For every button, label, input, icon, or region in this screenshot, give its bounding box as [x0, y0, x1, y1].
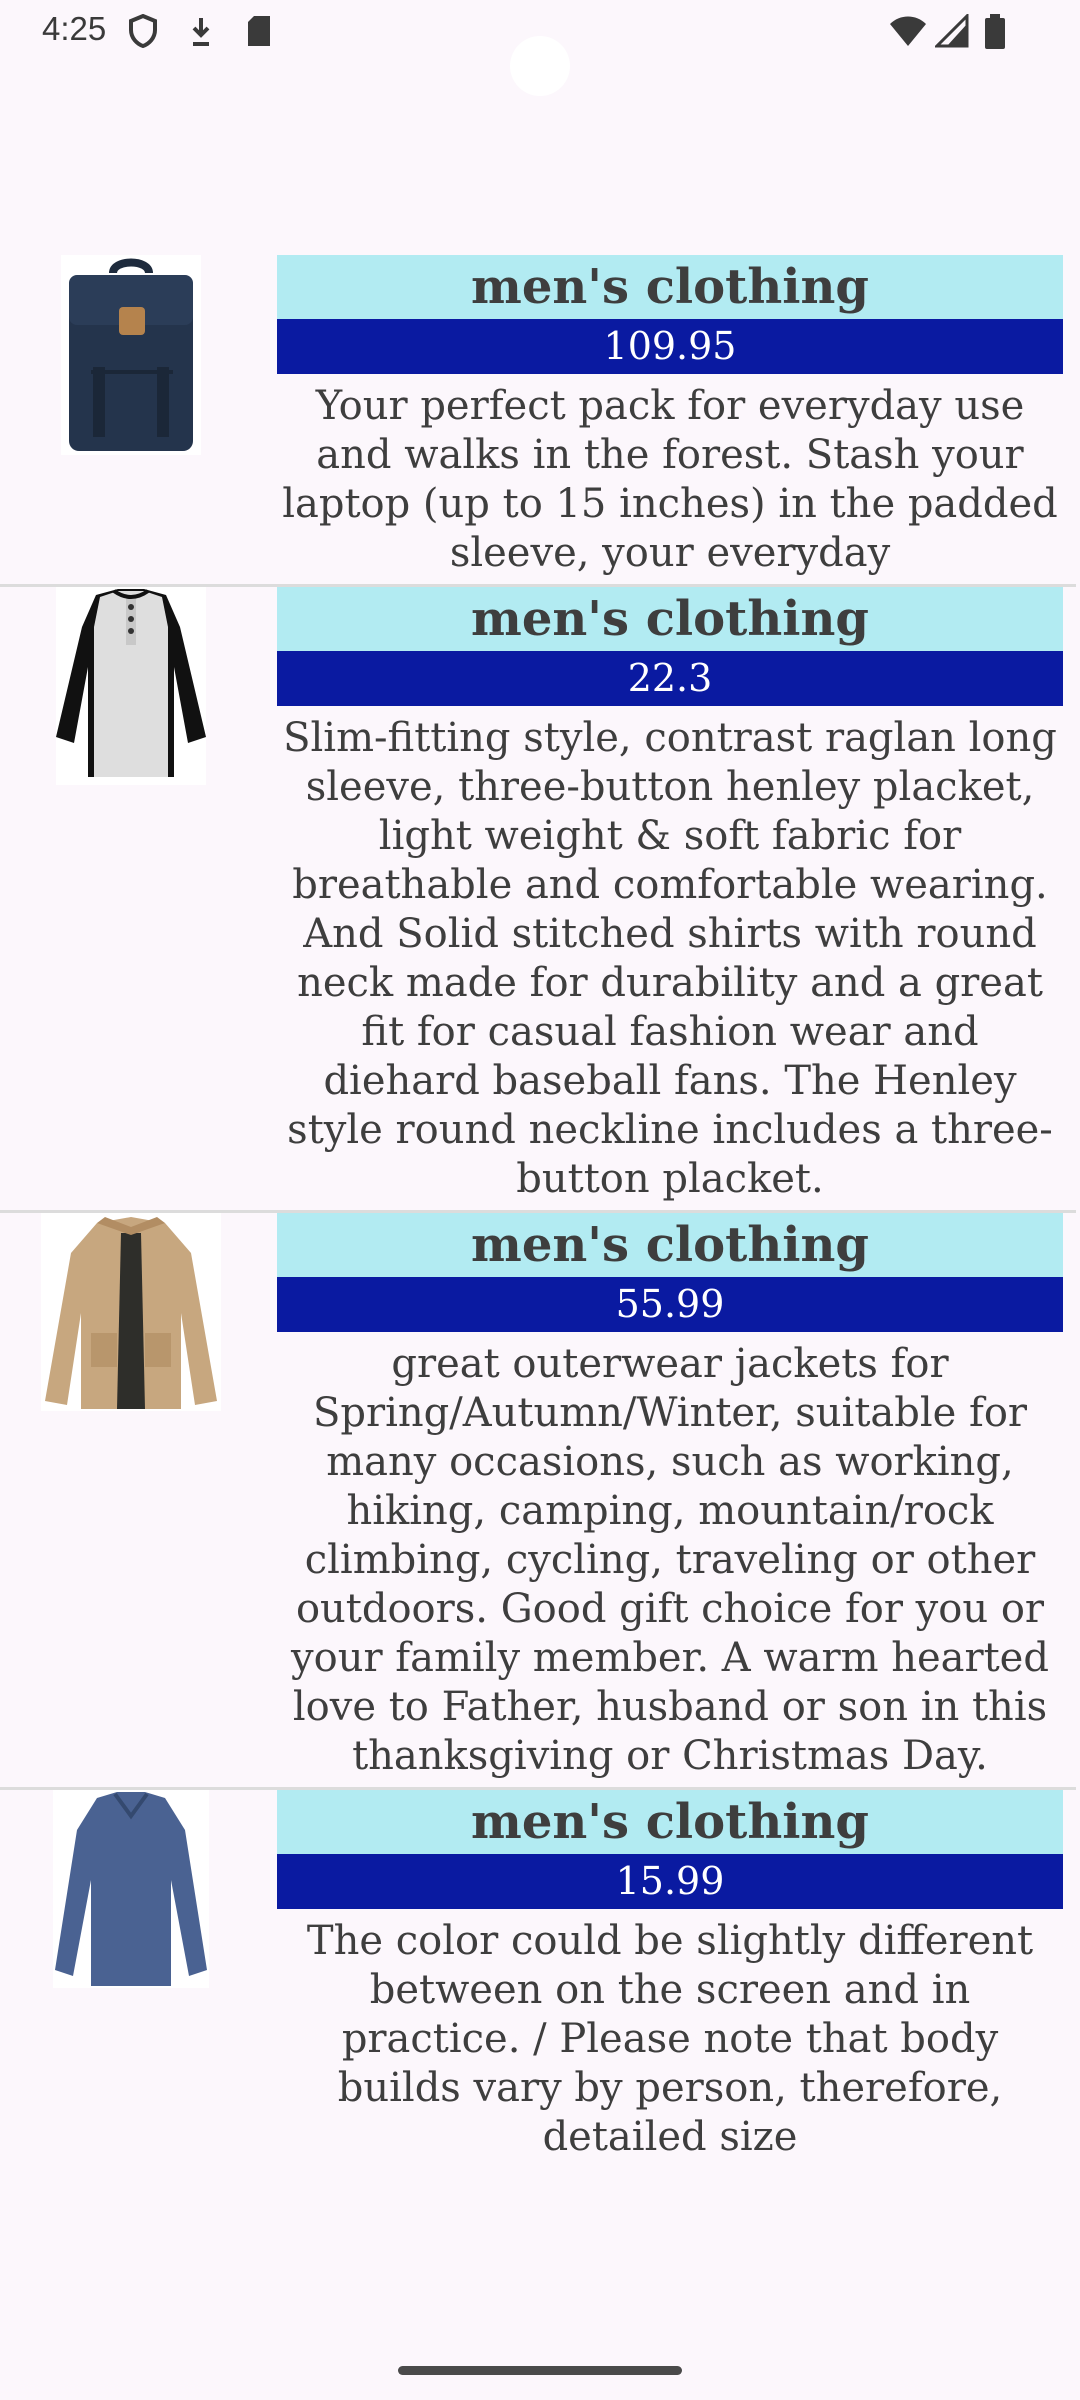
product-item[interactable]: men's clothing 109.95 Your perfect pack …	[0, 255, 1080, 584]
henley-shirt-image	[56, 589, 206, 777]
product-item[interactable]: men's clothing 15.99 The color could be …	[0, 1790, 1080, 2155]
product-price: 15.99	[277, 1854, 1063, 1909]
product-category: men's clothing	[277, 255, 1063, 319]
clock: 4:25	[42, 10, 107, 47]
product-category: men's clothing	[277, 587, 1063, 651]
product-list[interactable]: men's clothing 109.95 Your perfect pack …	[0, 255, 1080, 2155]
product-price: 22.3	[277, 651, 1063, 706]
home-indicator[interactable]	[398, 2366, 682, 2375]
camera-cutout	[510, 36, 570, 96]
product-thumbnail	[0, 587, 262, 785]
product-description: Your perfect pack for everyday use and w…	[282, 383, 1058, 576]
wifi-icon	[888, 14, 928, 53]
sd-card-icon	[245, 14, 273, 53]
product-price: 109.95	[277, 319, 1063, 374]
battery-icon	[984, 14, 1006, 55]
product-item[interactable]: men's clothing 55.99 great outerwear jac…	[0, 1213, 1080, 1787]
product-description: The color could be slightly different be…	[306, 1918, 1034, 2155]
backpack-image	[69, 258, 193, 451]
shield-icon	[128, 13, 158, 53]
product-thumbnail	[0, 1213, 262, 1411]
product-thumbnail	[0, 1790, 262, 1988]
product-description: Slim-fitting style, contrast raglan long…	[283, 715, 1057, 1202]
product-description: great outerwear jackets for Spring/Autum…	[291, 1341, 1049, 1779]
download-icon	[188, 14, 214, 53]
product-category: men's clothing	[277, 1790, 1063, 1854]
product-item[interactable]: men's clothing 22.3 Slim-fitting style, …	[0, 587, 1080, 1210]
product-category: men's clothing	[277, 1213, 1063, 1277]
jacket-image	[45, 1217, 217, 1409]
long-sleeve-shirt-image	[55, 1792, 207, 1986]
signal-icon	[933, 12, 969, 53]
product-price: 55.99	[277, 1277, 1063, 1332]
product-thumbnail	[0, 255, 262, 455]
